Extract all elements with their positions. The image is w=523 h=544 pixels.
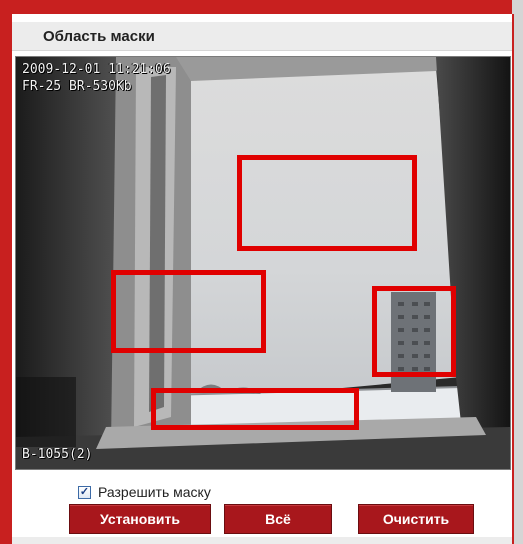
- footer-strip: [12, 537, 512, 544]
- enable-mask-label: Разрешить маску: [98, 484, 211, 500]
- clear-button[interactable]: Очистить: [358, 504, 474, 534]
- set-button[interactable]: Установить: [69, 504, 211, 534]
- mask-area-panel: Область маски 2009-12-01 11:21:06 FR-25 …: [12, 14, 512, 544]
- panel-header: Область маски: [12, 22, 512, 51]
- camera-video-view[interactable]: 2009-12-01 11:21:06 FR-25 BR-530Kb B-105…: [15, 56, 511, 470]
- mask-region-4[interactable]: [151, 388, 359, 430]
- enable-mask-checkbox[interactable]: ✓: [78, 485, 91, 499]
- mask-region-3[interactable]: [372, 286, 456, 377]
- top-border: [0, 0, 523, 14]
- osd-stream-info: FR-25 BR-530Kb: [22, 79, 132, 94]
- osd-camera-id: B-1055(2): [22, 447, 93, 462]
- enable-mask-row: ✓ Разрешить маску: [78, 482, 211, 502]
- panel-title: Область маски: [43, 28, 155, 45]
- right-border-line: [512, 14, 514, 544]
- select-all-button[interactable]: Всё: [224, 504, 332, 534]
- left-border: [0, 0, 12, 544]
- mask-region-2[interactable]: [111, 270, 266, 353]
- osd-datetime: 2009-12-01 11:21:06: [22, 62, 171, 77]
- mask-region-1[interactable]: [237, 155, 417, 251]
